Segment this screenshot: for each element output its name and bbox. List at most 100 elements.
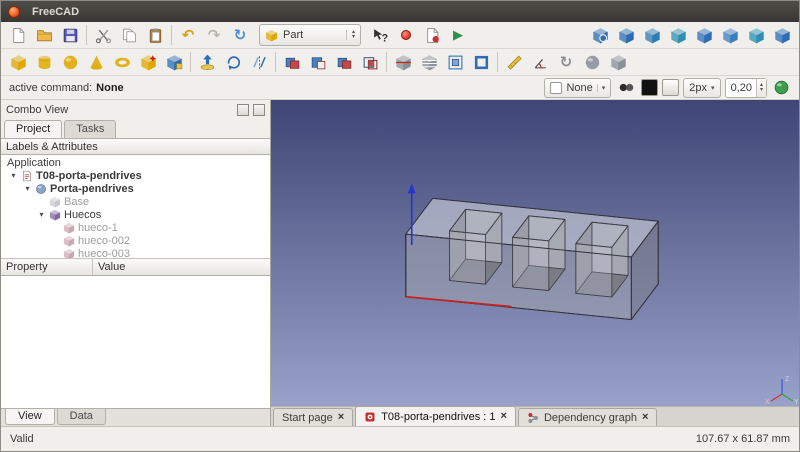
expander-icon[interactable]: ▾: [9, 171, 18, 180]
tab-start-page[interactable]: Start page ×: [273, 408, 353, 426]
point-size-spinbox[interactable]: 0,20 ▴▾: [725, 78, 767, 98]
macro-dialog-button[interactable]: [419, 23, 445, 47]
tree-item-huecos[interactable]: ▾ Huecos: [1, 208, 270, 221]
close-tab-icon[interactable]: ×: [338, 412, 344, 423]
whats-this-button[interactable]: ?: [367, 23, 393, 47]
workbench-selector[interactable]: Part ▴▾: [259, 24, 361, 46]
shading-button[interactable]: [615, 76, 637, 100]
fit-all-icon: [592, 27, 609, 44]
line-width-selector[interactable]: 2px ▾: [683, 78, 720, 98]
combo-view-tabs: Project Tasks: [1, 118, 270, 138]
tab-tasks[interactable]: Tasks: [64, 120, 116, 138]
cylinder-icon: [36, 54, 53, 71]
display-mode-button[interactable]: None ▾: [544, 78, 611, 98]
create-primitives-button[interactable]: [135, 50, 161, 74]
dock-close-button[interactable]: [253, 104, 265, 116]
property-column-header: Property: [1, 259, 93, 275]
toggle-all-measurements-button[interactable]: [579, 50, 605, 74]
render-button[interactable]: [771, 76, 791, 100]
front-view-button[interactable]: [639, 23, 665, 47]
tree-item-label: T08-porta-pendrives: [36, 170, 142, 182]
offset-shape-button[interactable]: [442, 50, 468, 74]
tree-item-hueco-003[interactable]: hueco-003: [1, 247, 270, 259]
3d-viewport[interactable]: Z X Y: [271, 100, 799, 406]
left-view-button[interactable]: [769, 23, 795, 47]
cone-button[interactable]: [83, 50, 109, 74]
redo-button[interactable]: ↷: [201, 23, 227, 47]
property-table-body[interactable]: [1, 276, 270, 408]
mirror-icon: [251, 54, 268, 71]
axonometric-view-button[interactable]: [613, 23, 639, 47]
box-button[interactable]: [5, 50, 31, 74]
tab-document-view[interactable]: T08-porta-pendrives : 1 ×: [355, 406, 516, 426]
mirror-button[interactable]: [246, 50, 272, 74]
rear-view-button[interactable]: [717, 23, 743, 47]
undo-button[interactable]: ↶: [175, 23, 201, 47]
copy-button[interactable]: [116, 23, 142, 47]
tab-data[interactable]: Data: [57, 409, 106, 425]
line-color-swatch[interactable]: [641, 79, 658, 96]
tab-project[interactable]: Project: [4, 120, 62, 138]
section-button[interactable]: [390, 50, 416, 74]
redo-arrow-icon: ↷: [208, 28, 221, 43]
open-document-button[interactable]: [31, 23, 57, 47]
measure-refresh-button[interactable]: ↻: [553, 50, 579, 74]
tree-item-document[interactable]: ▾ T08-porta-pendrives: [1, 169, 270, 182]
extrude-icon: [199, 54, 216, 71]
revolve-button[interactable]: [220, 50, 246, 74]
toggle-3d-measurements-button[interactable]: [605, 50, 631, 74]
dock-float-button[interactable]: [237, 104, 249, 116]
paste-button[interactable]: [142, 23, 168, 47]
tab-view[interactable]: View: [5, 409, 55, 425]
svg-text:X: X: [765, 399, 770, 406]
refresh-button[interactable]: ↻: [227, 23, 253, 47]
box-feature-icon: [63, 235, 75, 247]
boolean-button[interactable]: [279, 50, 305, 74]
expander-icon[interactable]: ▾: [23, 184, 32, 193]
save-document-button[interactable]: [57, 23, 83, 47]
tree-item-base[interactable]: Base: [1, 195, 270, 208]
revolve-icon: [225, 54, 242, 71]
fit-all-button[interactable]: [587, 23, 613, 47]
bottom-view-button[interactable]: [743, 23, 769, 47]
intersection-button[interactable]: [357, 50, 383, 74]
cylinder-button[interactable]: [31, 50, 57, 74]
expander-icon[interactable]: ▾: [37, 210, 46, 219]
measure-linear-button[interactable]: [501, 50, 527, 74]
tree-item-hueco-002[interactable]: hueco-002: [1, 234, 270, 247]
shape-builder-button[interactable]: [161, 50, 187, 74]
status-bar: Valid 107.67 x 61.87 mm: [1, 426, 799, 451]
tab-dependency-graph[interactable]: Dependency graph ×: [518, 408, 657, 426]
tab-label: T08-porta-pendrives : 1: [381, 411, 495, 423]
top-view-button[interactable]: [665, 23, 691, 47]
right-view-button[interactable]: [691, 23, 717, 47]
titlebar[interactable]: FreeCAD: [1, 1, 799, 22]
thickness-button[interactable]: [468, 50, 494, 74]
macro-execute-button[interactable]: ▶: [445, 23, 471, 47]
face-color-swatch[interactable]: [662, 79, 679, 96]
close-tab-icon[interactable]: ×: [501, 411, 507, 422]
3d-model-canvas[interactable]: Z X Y: [271, 100, 799, 406]
tree-item-hueco-1[interactable]: hueco-1: [1, 221, 270, 234]
close-tab-icon[interactable]: ×: [642, 412, 648, 423]
viewport-area: Z X Y Start page × T08-porta-pendrives :…: [271, 100, 799, 426]
measure-angular-button[interactable]: [527, 50, 553, 74]
bottom-view-cube-icon: [748, 27, 765, 44]
tree-item-label: Base: [64, 196, 89, 208]
open-folder-icon: [36, 27, 53, 44]
sphere-button[interactable]: [57, 50, 83, 74]
cross-sections-button[interactable]: [416, 50, 442, 74]
tree-item-application[interactable]: Application: [1, 156, 270, 169]
macro-record-button[interactable]: [393, 23, 419, 47]
torus-button[interactable]: [109, 50, 135, 74]
tree-item-porta-pendrives[interactable]: ▾ Porta-pendrives: [1, 182, 270, 195]
union-button[interactable]: [331, 50, 357, 74]
new-document-button[interactable]: [5, 23, 31, 47]
window-close-button[interactable]: [8, 6, 20, 18]
shading-icon: [618, 79, 635, 96]
cut-button[interactable]: [90, 23, 116, 47]
cone-icon: [88, 54, 105, 71]
extrude-button[interactable]: [194, 50, 220, 74]
axonometric-cube-icon: [618, 27, 635, 44]
cut-boolean-button[interactable]: [305, 50, 331, 74]
